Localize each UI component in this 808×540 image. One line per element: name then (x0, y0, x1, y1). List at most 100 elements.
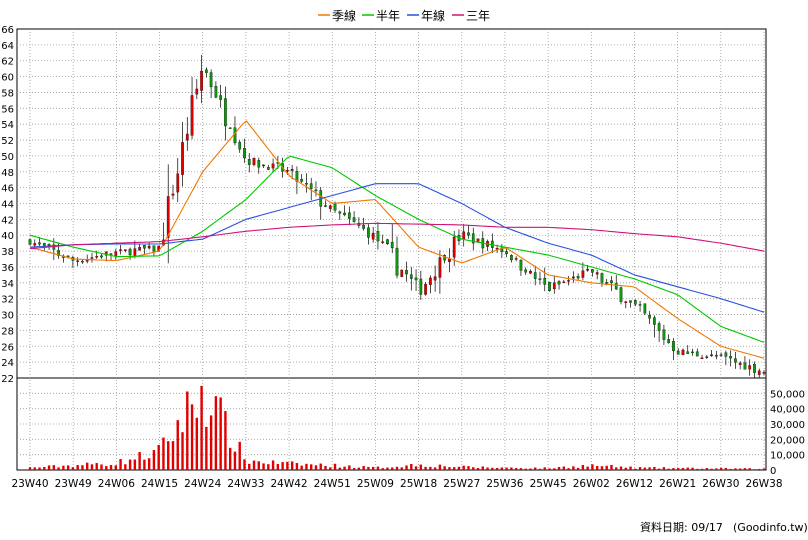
volume-bar (195, 417, 199, 470)
volume-bar (724, 467, 728, 470)
price-tick-label: 36 (1, 263, 14, 274)
volume-bar (476, 467, 480, 470)
candle-body (452, 236, 456, 258)
candle-body (533, 272, 537, 279)
volume-bar (138, 452, 141, 470)
volume-bar (343, 466, 346, 470)
volume-bar (381, 468, 384, 470)
volume-bar (677, 468, 680, 470)
volume-bar (753, 469, 756, 470)
volume-bars (28, 385, 766, 470)
candle-body (624, 301, 628, 303)
candle-body (667, 339, 671, 344)
candle-body (600, 273, 604, 283)
candle-body (729, 355, 732, 359)
candle-body (676, 350, 680, 355)
volume-bar (257, 461, 260, 470)
candle-body (309, 183, 313, 189)
volume-bar (553, 468, 556, 470)
volume-bar (672, 468, 675, 470)
volume-bar (743, 468, 747, 470)
candle-body (166, 196, 170, 238)
volume-bar (43, 467, 46, 470)
volume-bar (696, 468, 699, 470)
candle-body (524, 269, 528, 273)
candle-body (195, 88, 199, 95)
volume-bar (686, 467, 689, 470)
candle-body (672, 341, 675, 352)
volume-bar (715, 468, 718, 470)
volume-bar (605, 465, 608, 470)
volume-bar (233, 451, 237, 470)
candle-body (209, 72, 213, 88)
volume-bar (157, 444, 160, 470)
volume-bar (357, 467, 361, 470)
volume-bar (529, 468, 532, 470)
volume-bar (243, 459, 246, 470)
candle-body (719, 354, 723, 356)
volume-bar (424, 466, 427, 470)
time-tick-label: 25W45 (530, 478, 567, 490)
volume-bar (581, 465, 585, 470)
candle-body (247, 159, 251, 165)
volume-bar (85, 462, 89, 470)
volume-bar (176, 420, 179, 470)
volume-bar (324, 465, 327, 470)
volume-bar (615, 467, 618, 470)
volume-bar (143, 459, 146, 470)
price-tick-label: 66 (1, 25, 14, 36)
volume-bar (481, 466, 484, 470)
volume-bar (495, 468, 499, 470)
volume-bar (238, 441, 241, 470)
volume-bar (443, 466, 446, 470)
volume-bar (252, 460, 256, 470)
candle-body (748, 365, 752, 370)
candle-body (252, 158, 256, 165)
price-tick-label: 54 (1, 120, 14, 131)
volume-bar (452, 467, 456, 470)
candle-body (143, 244, 146, 249)
volume-bar (190, 404, 194, 470)
candle-body (562, 281, 566, 284)
candle-body (691, 351, 694, 354)
volume-bar (657, 468, 661, 470)
candle-body (619, 287, 623, 302)
candle-body (333, 203, 337, 211)
volume-bar (352, 467, 356, 470)
volume-bar (271, 460, 275, 470)
candle-body (233, 127, 237, 144)
candle-body (138, 246, 141, 251)
volume-tick-label: 20,000 (770, 435, 805, 446)
volume-bar (348, 465, 351, 470)
volume-bar (290, 461, 294, 470)
volume-bar (171, 441, 175, 470)
footer-source: (Goodinfo.tw) (733, 521, 808, 534)
candle-body (505, 251, 508, 254)
candle-body (381, 241, 385, 243)
stock-chart: 季線 半年 年線 三年 22 24 26 28 30 32 34 36 38 40 42 44 46 48… (1, 8, 808, 534)
volume-bar (681, 467, 685, 470)
volume-bar (624, 467, 627, 470)
volume-bar (219, 397, 222, 470)
candle-body (81, 260, 84, 263)
candle-body (290, 169, 294, 171)
price-tick-label: 28 (1, 326, 14, 337)
candle-body (28, 239, 32, 245)
candle-body (586, 268, 589, 271)
candle-body (429, 277, 432, 285)
candle-body (638, 304, 642, 306)
volume-bar (653, 466, 656, 470)
candle-body (595, 272, 599, 275)
candle-body (695, 351, 699, 357)
volume-bar (429, 466, 432, 470)
time-tick-label: 25W18 (400, 478, 437, 490)
candle-body (205, 69, 208, 73)
volume-bar (52, 465, 56, 470)
candle-body (266, 167, 270, 170)
volume-bar (105, 466, 108, 470)
candle-body (643, 303, 647, 314)
volume-bar (491, 467, 494, 470)
volume-bar (572, 466, 575, 470)
candle-body (581, 270, 585, 278)
volume-bar (286, 461, 289, 470)
